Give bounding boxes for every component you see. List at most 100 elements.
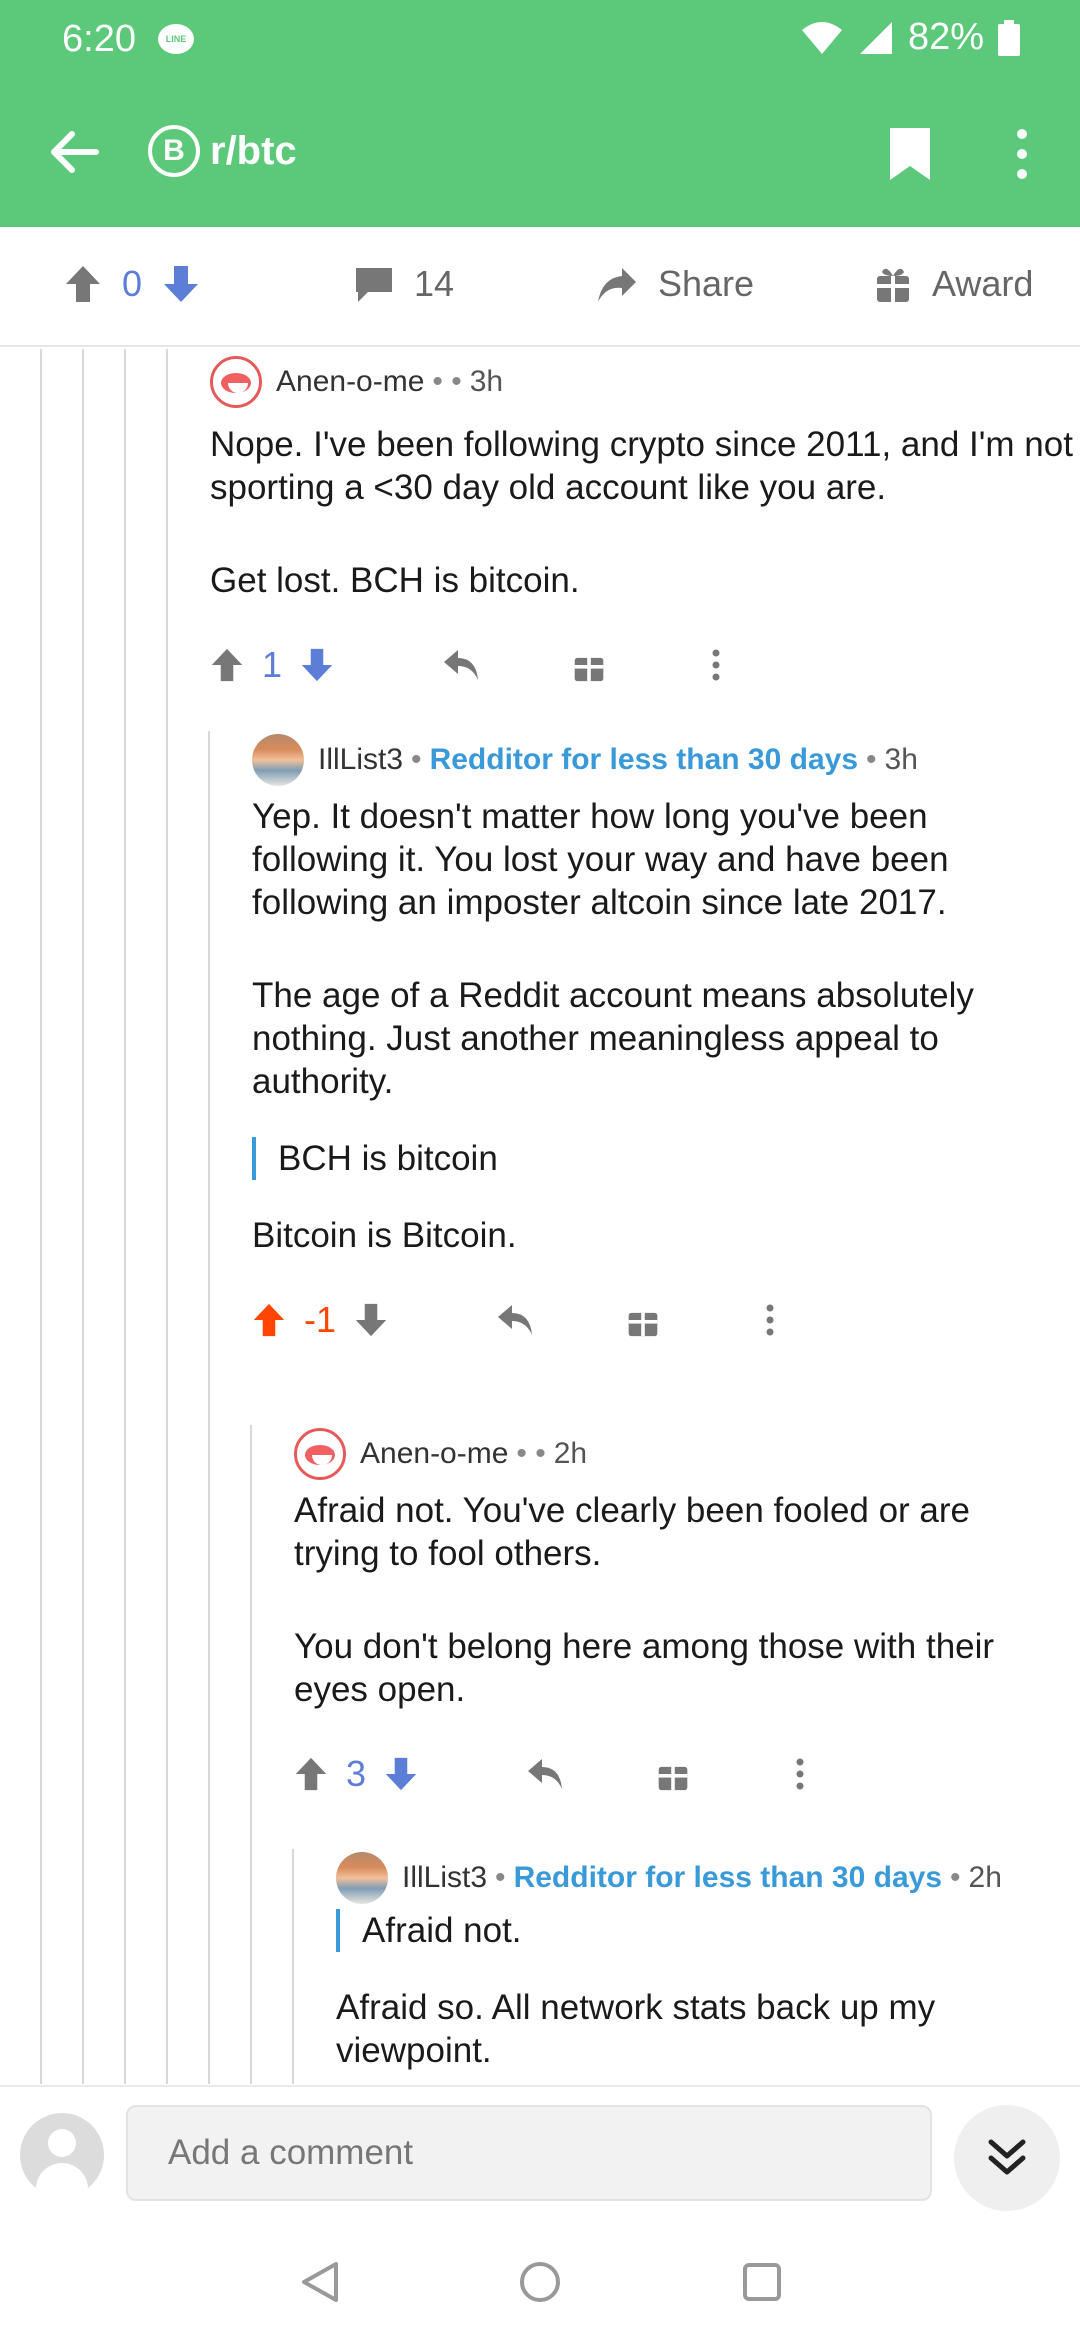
comment-actions: 1 (210, 630, 1080, 700)
comment-author[interactable]: IllList3 (402, 1861, 487, 1895)
comment-body: Yep. It doesn't matter how long you've b… (252, 795, 1080, 1257)
comment-input[interactable]: Add a comment (126, 2105, 932, 2201)
upvote-icon[interactable] (210, 647, 244, 683)
comment-text: Yep. It doesn't matter how long you've b… (252, 797, 949, 922)
bitcoin-icon: B (148, 125, 200, 177)
app-bar: B r/btc (0, 100, 1080, 210)
post-score: 0 (122, 263, 143, 304)
comment-meta: Anen-o-me • • 3h (210, 355, 1080, 409)
comment: Anen-o-me • • 3h Nope. I've been followi… (210, 355, 1080, 700)
comment-meta: IllList3 • Redditor for less than 30 day… (252, 733, 1080, 787)
share-icon (598, 268, 636, 302)
post-action-bar: 0 14 Share Award (0, 227, 1080, 347)
comment-meta: IllList3 • Redditor for less than 30 day… (336, 1851, 1080, 1905)
downvote-icon[interactable] (354, 1302, 388, 1338)
comment-score: -1 (304, 1299, 337, 1340)
battery-percent: 82% (907, 16, 984, 58)
separator-dot: • (411, 743, 422, 776)
system-nav-bar (0, 2220, 1080, 2340)
separator-dot: • (866, 743, 877, 776)
separator-dot: • (495, 1861, 506, 1894)
reply-icon[interactable] (442, 648, 482, 682)
gift-icon[interactable] (626, 1302, 660, 1338)
more-vertical-icon[interactable] (760, 1302, 780, 1338)
comment-text: Nope. I've been following crypto since 2… (210, 425, 1073, 507)
nav-back-icon[interactable] (298, 2260, 340, 2304)
comment-author[interactable]: Anen-o-me (276, 365, 424, 399)
separator-dot: • • (432, 365, 462, 398)
comment-thread[interactable]: Anen-o-me • • 3h Nope. I've been followi… (0, 349, 1080, 2084)
comment-body: Afraid not. You've clearly been fooled o… (294, 1489, 1080, 1711)
comment-author[interactable]: Anen-o-me (360, 1437, 508, 1471)
back-arrow-icon[interactable] (46, 124, 102, 180)
comment-score: 1 (262, 644, 283, 685)
avatar[interactable] (336, 1852, 388, 1904)
post-vote-group: 0 (64, 263, 200, 305)
comment-vote-group: -1 (252, 1299, 388, 1341)
upvote-icon[interactable] (64, 264, 102, 304)
block-quote: Afraid not. (336, 1909, 1040, 1952)
avatar[interactable] (20, 2113, 104, 2197)
share-button[interactable]: Share (596, 263, 754, 305)
more-vertical-icon[interactable] (790, 1756, 810, 1792)
comment-actions: 3 (294, 1739, 1080, 1809)
comment-author[interactable]: IllList3 (318, 743, 403, 777)
thread-line (82, 349, 84, 2084)
comment-text: Get lost. BCH is bitcoin. (210, 561, 580, 600)
comments-count-button[interactable]: 14 (354, 263, 454, 305)
comment-score: 3 (346, 1753, 367, 1794)
thread-line (208, 731, 210, 2084)
thread-line (250, 1425, 252, 2084)
more-vertical-icon[interactable] (706, 647, 726, 683)
comment-vote-group: 1 (210, 644, 334, 686)
upvote-icon[interactable] (252, 1302, 286, 1338)
app-header: 6:20 LINE 82% B r/btc (0, 0, 1080, 227)
reply-icon[interactable] (496, 1303, 536, 1337)
thread-line (166, 349, 168, 2084)
status-bar: 6:20 LINE 82% (0, 0, 1080, 80)
separator-dot: • (950, 1861, 961, 1894)
comment: IllList3 • Redditor for less than 30 day… (252, 733, 1080, 1355)
signal-icon (859, 21, 892, 54)
comment-text: Afraid not. You've clearly been fooled o… (294, 1491, 971, 1573)
battery-icon (998, 19, 1020, 56)
comment-composer-bar: Add a comment (0, 2085, 1080, 2215)
downvote-icon[interactable] (384, 1756, 418, 1792)
gift-icon[interactable] (656, 1756, 690, 1792)
reply-icon[interactable] (526, 1757, 566, 1791)
thread-line (124, 349, 126, 2084)
subreddit-title[interactable]: B r/btc (148, 125, 297, 177)
wifi-icon (801, 21, 842, 54)
scroll-next-button[interactable] (954, 2105, 1060, 2211)
avatar[interactable] (294, 1428, 346, 1480)
comment: IllList3 • Redditor for less than 30 day… (336, 1851, 1080, 2072)
downvote-icon[interactable] (162, 264, 200, 304)
comment-age: 3h (469, 365, 504, 398)
avatar[interactable] (210, 356, 262, 408)
block-quote: BCH is bitcoin (252, 1137, 1040, 1180)
avatar[interactable] (252, 734, 304, 786)
share-label: Share (658, 263, 755, 304)
comment-text: You don't belong here among those with t… (294, 1627, 995, 1709)
bookmark-icon[interactable] (888, 126, 932, 182)
gift-icon[interactable] (572, 647, 606, 683)
comment-icon (356, 268, 392, 302)
line-notification-icon: LINE (158, 24, 194, 54)
user-flair: Redditor for less than 30 days (513, 1861, 943, 1894)
gift-icon (877, 268, 909, 302)
subreddit-name: r/btc (210, 128, 297, 173)
nav-recents-icon[interactable] (742, 2262, 782, 2302)
award-button[interactable]: Award (874, 263, 1033, 305)
comment-age: 3h (884, 743, 918, 776)
separator-dot: • • (516, 1437, 546, 1470)
comment-text: Afraid so. All network stats back up my … (336, 1988, 936, 2070)
comment-body: Nope. I've been following crypto since 2… (210, 423, 1080, 602)
downvote-icon[interactable] (300, 647, 334, 683)
comments-count: 14 (414, 263, 455, 304)
nav-home-icon[interactable] (518, 2260, 562, 2304)
upvote-icon[interactable] (294, 1756, 328, 1792)
comment: Anen-o-me • • 2h Afraid not. You've clea… (294, 1427, 1080, 1809)
comment-actions: -1 (252, 1285, 1080, 1355)
chevron-double-down-icon (988, 2139, 1026, 2175)
more-vertical-icon[interactable] (1006, 126, 1038, 182)
